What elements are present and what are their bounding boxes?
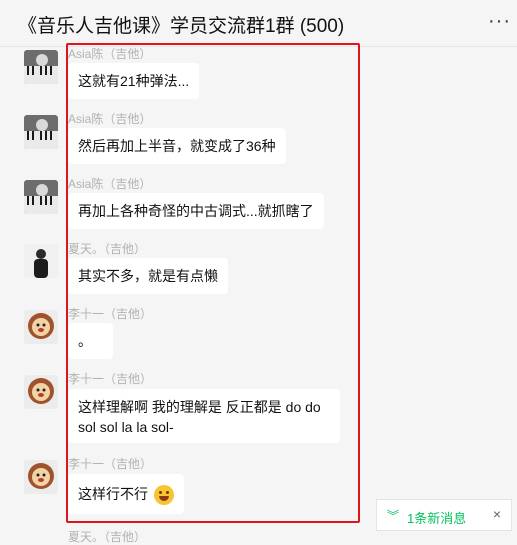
sender-name: 李十一（吉他）	[68, 307, 153, 321]
sender-name: 夏天。（吉他）	[68, 242, 147, 256]
sender-name: Asia陈（吉他）	[68, 47, 152, 61]
piano-photo-avatar-icon	[24, 115, 58, 149]
new-message-banner[interactable]: ︾ 1条新消息 ×	[376, 499, 512, 531]
sender-name: Asia陈（吉他）	[68, 177, 152, 191]
more-options-button[interactable]: ···	[488, 10, 511, 33]
close-icon[interactable]: ×	[493, 506, 501, 522]
message-bubble[interactable]: 这就有21种弹法...	[68, 63, 200, 99]
lion-avatar-icon	[24, 310, 58, 344]
sender-name: 李十一（吉他）	[68, 457, 153, 471]
message-bubble[interactable]: 。	[68, 323, 113, 359]
piano-photo-avatar-icon	[24, 180, 58, 214]
chat-title: 《音乐人吉他课》学员交流群1群 (500)	[18, 16, 345, 37]
piano-photo-avatar-icon	[24, 50, 58, 84]
avatar[interactable]	[24, 115, 58, 149]
avatar[interactable]	[24, 244, 58, 278]
double-chevron-down-icon: ︾	[387, 509, 400, 523]
message-bubble[interactable]: 这样行不行	[68, 474, 184, 514]
new-message-label[interactable]: 1条新消息	[407, 508, 466, 527]
message-bubble[interactable]: 然后再加上半音，就变成了36种	[68, 128, 286, 164]
message-text: 这样行不行	[78, 486, 148, 502]
message-bubble[interactable]: 再加上各种奇怪的中古调式...就抓瞎了	[68, 193, 324, 229]
lion-avatar-icon	[24, 460, 58, 494]
avatar[interactable]	[24, 180, 58, 214]
person-photo-avatar-icon	[24, 244, 58, 278]
message-bubble[interactable]: 其实不多，就是有点懒	[68, 258, 228, 294]
sender-name-peek: 夏天。（吉他）	[68, 530, 147, 544]
avatar[interactable]	[24, 375, 58, 409]
avatar[interactable]	[24, 460, 58, 494]
laughing-tears-emoji-icon	[154, 485, 174, 506]
message-bubble[interactable]: 这样理解啊 我的理解是 反正都是 do do sol sol la la sol…	[68, 389, 340, 443]
sender-name: Asia陈（吉他）	[68, 112, 152, 126]
avatar[interactable]	[24, 310, 58, 344]
avatar[interactable]	[24, 50, 58, 84]
lion-avatar-icon	[24, 375, 58, 409]
sender-name: 李十一（吉他）	[68, 372, 153, 386]
chat-header: 《音乐人吉他课》学员交流群1群 (500) ···	[0, 0, 517, 47]
